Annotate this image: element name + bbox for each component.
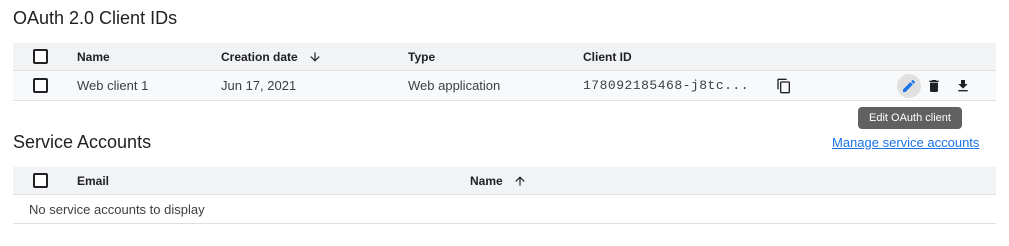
- column-header-email[interactable]: Email: [77, 167, 109, 194]
- column-header-sa-name[interactable]: Name: [470, 167, 527, 194]
- arrow-down-icon[interactable]: [308, 50, 322, 64]
- service-accounts-table: Email Name No service accounts to displa…: [13, 167, 996, 224]
- client-type: Web application: [408, 78, 501, 93]
- client-creation-date: Jun 17, 2021: [221, 78, 297, 93]
- client-name-link[interactable]: Web client 1: [77, 71, 148, 100]
- empty-state-row: No service accounts to display: [13, 195, 996, 224]
- column-header-creation-date[interactable]: Creation date: [221, 43, 322, 70]
- row-checkbox[interactable]: [33, 78, 48, 93]
- column-header-type-label: Type: [408, 49, 436, 64]
- oauth-section-title: OAuth 2.0 Client IDs: [13, 8, 178, 28]
- manage-service-accounts-link[interactable]: Manage service accounts: [832, 135, 979, 150]
- row-select-cell: [33, 71, 48, 100]
- service-accounts-title: Service Accounts: [13, 132, 152, 152]
- column-header-type[interactable]: Type: [408, 43, 435, 70]
- client-id-value: 178092185468-j8tc...: [583, 78, 750, 93]
- column-header-name-label: Name: [77, 49, 110, 64]
- empty-state-label: No service accounts to display: [29, 201, 205, 217]
- column-header-email-label: Email: [77, 173, 110, 188]
- column-header-sa-name-label: Name: [470, 173, 503, 188]
- edit-pencil-icon[interactable]: [897, 74, 921, 98]
- oauth-table-header: Name Creation date Type Client ID: [13, 43, 996, 71]
- column-header-name[interactable]: Name: [77, 43, 110, 70]
- sa-select-all-checkbox[interactable]: [33, 173, 48, 188]
- oauth-clients-table: Name Creation date Type Client ID Web cl…: [13, 43, 996, 101]
- empty-state-text: No service accounts to display: [29, 195, 205, 223]
- download-icon[interactable]: [951, 74, 975, 98]
- service-accounts-table-header: Email Name: [13, 167, 996, 195]
- column-header-client-id-label: Client ID: [583, 49, 632, 64]
- trash-icon[interactable]: [922, 74, 946, 98]
- table-row[interactable]: Web client 1 Jun 17, 2021 Web applicatio…: [13, 71, 996, 101]
- arrow-up-icon[interactable]: [513, 174, 527, 188]
- select-all-checkbox[interactable]: [33, 49, 48, 64]
- copy-icon[interactable]: [772, 74, 796, 98]
- sa-select-all-cell: [33, 167, 48, 194]
- select-all-cell: [33, 43, 48, 70]
- edit-oauth-client-tooltip: Edit OAuth client: [858, 107, 962, 129]
- column-header-creation-date-label: Creation date: [221, 49, 298, 64]
- column-header-client-id[interactable]: Client ID: [583, 43, 632, 70]
